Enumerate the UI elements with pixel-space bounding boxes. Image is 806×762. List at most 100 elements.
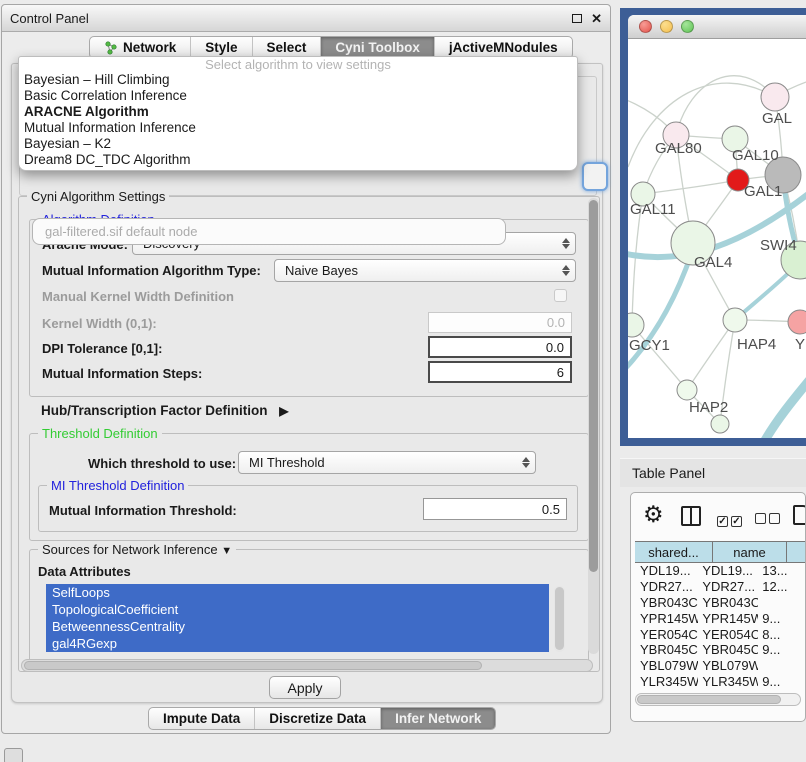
tab-discretize-data-label: Discretize Data — [269, 711, 366, 726]
control-panel-titlebar: Control Panel ✕ — [2, 5, 610, 32]
data-attributes-label: Data Attributes — [38, 564, 131, 579]
which-threshold-value: MI Threshold — [249, 455, 325, 470]
list-scrollbar[interactable] — [554, 586, 565, 652]
mi-steps-field[interactable]: 6 — [428, 361, 572, 383]
manual-kernel-width-checkbox[interactable] — [554, 289, 567, 302]
collapsed-panel-icon[interactable] — [4, 748, 23, 762]
which-threshold-label: Which threshold to use: — [88, 456, 236, 471]
list-item-label: BetweennessCentrality — [52, 619, 185, 634]
node-label: HAP2 — [689, 399, 728, 416]
popup-item-bayesian-hill-climbing[interactable]: Bayesian – Hill Climbing — [19, 72, 577, 88]
table-row[interactable]: YER054CYER054C8... — [635, 626, 806, 642]
node-label: GAL4 — [694, 254, 732, 271]
table-row[interactable]: YDL19...YDL19...13... — [635, 563, 806, 579]
column-header-name[interactable]: name — [713, 542, 787, 562]
network-node[interactable] — [711, 415, 729, 433]
algorithm-combo-fragment[interactable] — [582, 162, 608, 191]
tab-cyni-toolbox[interactable]: Cyni Toolbox — [321, 37, 435, 58]
mi-threshold-field[interactable]: 0.5 — [423, 498, 567, 520]
minimize-window-icon[interactable] — [660, 20, 673, 33]
close-window-icon[interactable] — [639, 20, 652, 33]
kernel-width-field[interactable]: 0.0 — [428, 312, 572, 333]
which-threshold-combo[interactable]: MI Threshold — [238, 451, 536, 474]
tab-infer-network[interactable]: Infer Network — [381, 708, 495, 729]
mi-algorithm-type-value: Naive Bayes — [285, 263, 358, 278]
settings-vertical-scrollbar[interactable] — [588, 198, 599, 654]
tab-jactivemnodules[interactable]: jActiveMNodules — [435, 37, 572, 58]
popup-item-mutual-information[interactable]: Mutual Information Inference — [19, 120, 577, 136]
network-node[interactable] — [761, 83, 789, 111]
column-header-shared-name[interactable]: shared... — [635, 542, 713, 562]
network-window: GAL GAL80 GAL10 GAL1 GAL11 SWI4 GAL4 GCY… — [628, 15, 806, 438]
list-item[interactable]: gal4RGexp — [46, 635, 549, 652]
tab-impute-data[interactable]: Impute Data — [149, 708, 255, 729]
table-row[interactable]: YLR345WYLR345W9... — [635, 674, 806, 688]
list-item[interactable]: SelfLoops — [46, 584, 549, 601]
column-header-clipped[interactable] — [787, 542, 806, 562]
network-node[interactable] — [677, 380, 697, 400]
tab-network-label: Network — [123, 40, 176, 55]
tab-select[interactable]: Select — [253, 37, 322, 58]
kernel-width-label: Kernel Width (0,1): — [42, 316, 157, 331]
unchecked-pair-icon[interactable] — [755, 511, 780, 529]
tab-style-label: Style — [205, 40, 237, 55]
node-label: GAL80 — [655, 140, 702, 157]
network-canvas[interactable]: GAL GAL80 GAL10 GAL1 GAL11 SWI4 GAL4 GCY… — [628, 39, 806, 438]
cyni-algorithm-settings-title: Cyni Algorithm Settings — [27, 189, 169, 204]
popup-item-bayesian-k2[interactable]: Bayesian – K2 — [19, 136, 577, 152]
tab-infer-network-label: Infer Network — [395, 711, 481, 726]
dpi-tolerance-value: 0.0 — [546, 340, 564, 355]
network-selector-combo[interactable]: gal-filtered.sif default node — [32, 218, 506, 245]
tab-jactivemnodules-label: jActiveMNodules — [449, 40, 558, 55]
popup-item-aracne[interactable]: ARACNE Algorithm — [19, 104, 577, 120]
table-row[interactable]: YBR043CYBR043C — [635, 595, 806, 611]
zoom-window-icon[interactable] — [681, 20, 694, 33]
table-row[interactable]: YPR145WYPR145W9... — [635, 610, 806, 626]
manual-kernel-width-label: Manual Kernel Width Definition — [42, 289, 234, 304]
sources-title-text: Sources for Network Inference — [42, 542, 218, 557]
table-horizontal-scrollbar[interactable] — [635, 693, 801, 706]
hub-tf-expander[interactable]: Hub/Transcription Factor Definition ▶ — [41, 403, 289, 418]
table-row[interactable]: YBL079WYBL079W — [635, 658, 806, 674]
algorithm-definition-group: Algorithm Definition Aracne Mode: Discov… — [29, 219, 589, 397]
document-icon[interactable] — [793, 505, 806, 525]
settings-horizontal-scrollbar[interactable] — [21, 659, 593, 672]
list-item[interactable]: TopologicalCoefficient — [46, 601, 549, 618]
node-label: GAL — [762, 110, 792, 127]
table-panel-header: Table Panel — [620, 458, 806, 487]
dpi-tolerance-field[interactable]: 0.0 — [428, 336, 572, 358]
threshold-definition-title: Threshold Definition — [38, 426, 162, 441]
apply-button[interactable]: Apply — [269, 676, 341, 699]
float-window-icon[interactable] — [572, 14, 582, 23]
mi-steps-value: 6 — [557, 365, 564, 380]
network-node[interactable] — [723, 308, 747, 332]
network-edge — [676, 76, 775, 135]
node-label: GAL10 — [732, 147, 779, 164]
popup-item-dream8[interactable]: Dream8 DC_TDC Algorithm — [19, 152, 577, 168]
tab-network[interactable]: Network — [90, 37, 191, 58]
expander-arrow-down-icon[interactable]: ▼ — [221, 545, 232, 557]
node-label: GAL1 — [744, 183, 782, 200]
split-columns-icon[interactable] — [681, 506, 701, 526]
network-node[interactable] — [628, 313, 644, 337]
mi-algorithm-type-combo[interactable]: Naive Bayes — [274, 259, 576, 282]
network-node[interactable] — [788, 310, 806, 334]
data-attributes-list[interactable]: SelfLoops TopologicalCoefficient Between… — [46, 584, 549, 652]
table-row[interactable]: YBR045CYBR045C9... — [635, 642, 806, 658]
node-label: GAL11 — [630, 201, 676, 218]
apply-button-label: Apply — [287, 680, 322, 696]
checked-pair-icon[interactable]: ✓✓ — [717, 511, 742, 529]
list-item[interactable]: BetweennessCentrality — [46, 618, 549, 635]
network-window-titlebar[interactable] — [628, 15, 806, 39]
gear-icon[interactable]: ⚙ — [643, 501, 664, 528]
tab-style[interactable]: Style — [191, 37, 252, 58]
mi-threshold-group-title: MI Threshold Definition — [47, 478, 188, 493]
table-panel-title: Table Panel — [632, 465, 705, 481]
tab-discretize-data[interactable]: Discretize Data — [255, 708, 381, 729]
close-panel-icon[interactable]: ✕ — [591, 12, 602, 25]
table-row[interactable]: YDR27...YDR27...12... — [635, 579, 806, 595]
sources-group-title: Sources for Network Inference ▼ — [38, 542, 236, 557]
popup-item-basic-correlation[interactable]: Basic Correlation Inference — [19, 88, 577, 104]
combo-arrows-icon — [557, 233, 575, 254]
mi-threshold-label: Mutual Information Threshold: — [49, 503, 237, 518]
